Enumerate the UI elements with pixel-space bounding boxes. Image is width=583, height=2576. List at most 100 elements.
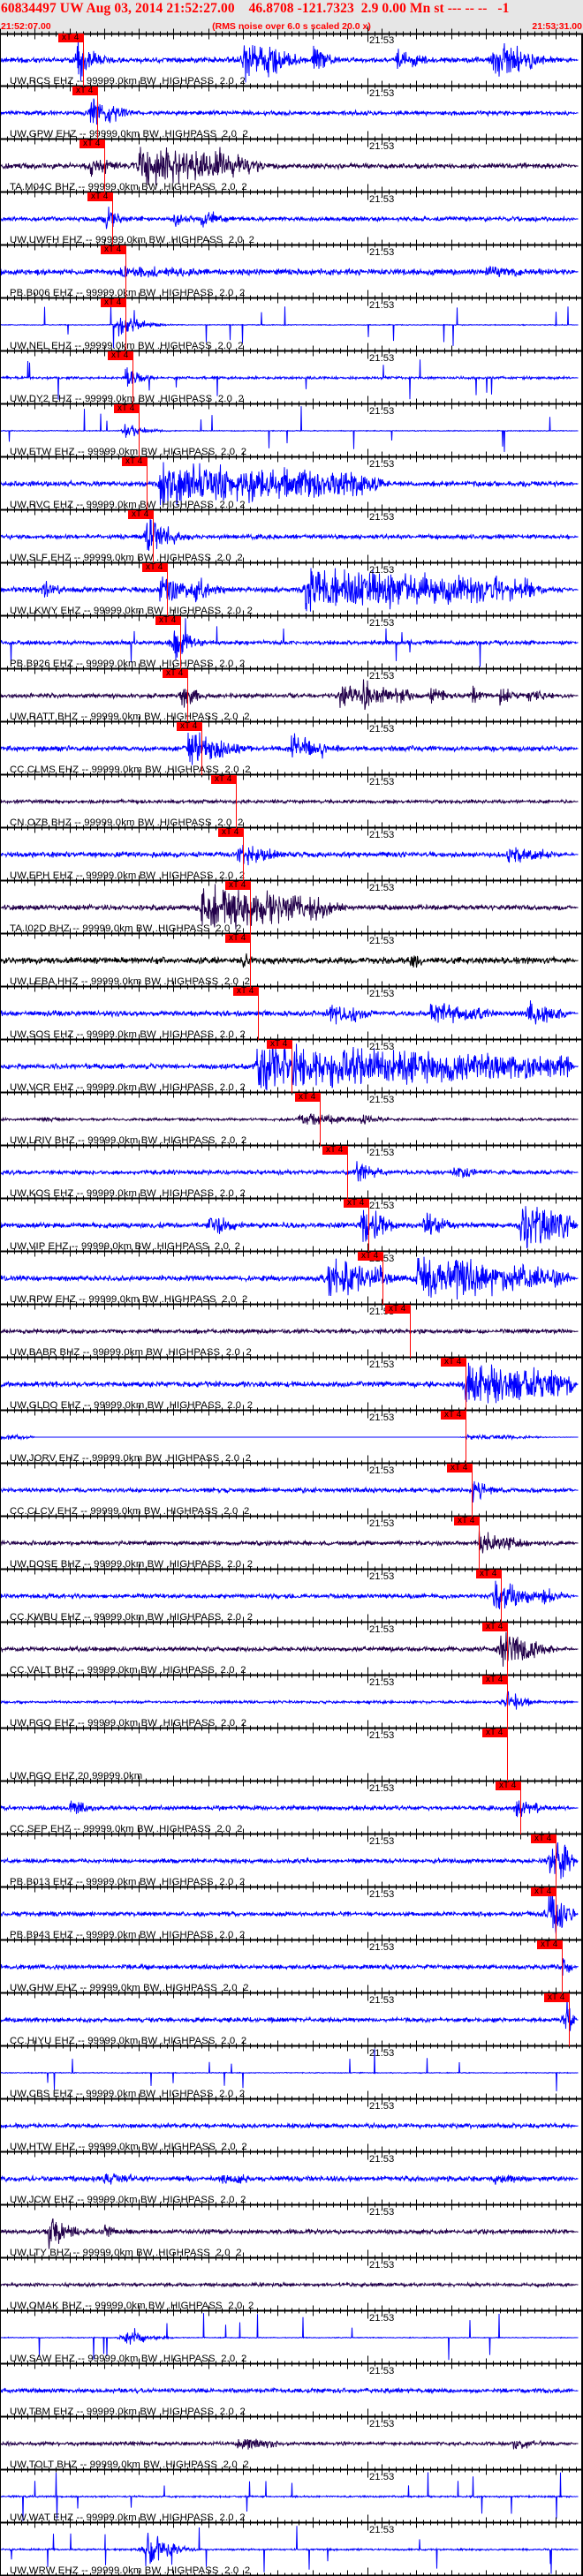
pick-marker-line[interactable] xyxy=(187,669,188,722)
event-header: 60834497 UW Aug 03, 2014 21:52:27.00 46.… xyxy=(0,0,583,34)
seismogram-panel: 21:53 UW.UWFH EHZ -- 99999.0km BW .HIGHPA… xyxy=(0,192,583,253)
pick-marker-line[interactable] xyxy=(147,457,148,510)
pick-marker-label[interactable]: xT 4 xyxy=(211,775,236,784)
pick-marker-line[interactable] xyxy=(347,1146,348,1199)
pick-marker-label[interactable]: xT 4 xyxy=(155,616,180,625)
station-label: UW.LKWY EHZ -- 99999.0km BW .HIGHPASS 2.… xyxy=(10,606,254,616)
minute-label: 21:53 xyxy=(369,2313,395,2324)
station-label: UW.KOS EHZ -- 99999.0km BW .HIGHPASS 2.0… xyxy=(10,1188,246,1199)
seismogram-panel: 21:53 UW.HTW EHZ -- 99999.0km BW .HIGHPAS… xyxy=(0,2099,583,2160)
pick-marker-label[interactable]: xT 4 xyxy=(101,298,125,307)
pick-marker-line[interactable] xyxy=(472,1464,473,1517)
pick-marker-label[interactable]: xT 4 xyxy=(114,404,139,413)
minute-label: 21:53 xyxy=(369,1942,395,1953)
pick-marker-label[interactable]: xT 4 xyxy=(80,139,104,148)
station-label: PB.B943 EHZ -- 99999.0km BW .HIGHPASS 2.… xyxy=(10,1930,246,1940)
pick-marker-label[interactable]: xT 4 xyxy=(441,1358,466,1367)
pick-marker-label[interactable]: xT 4 xyxy=(142,563,167,572)
pick-marker-line[interactable] xyxy=(104,139,105,192)
pick-marker-label[interactable]: xT 4 xyxy=(496,1781,520,1790)
pick-marker-line[interactable] xyxy=(132,351,133,404)
pick-marker-line[interactable] xyxy=(180,616,181,669)
pick-marker-label[interactable]: xT 4 xyxy=(344,1199,368,1208)
pick-marker-line[interactable] xyxy=(112,192,113,245)
station-label: CC.VALT BHZ -- 99999.0km BW .HIGHPASS 2.… xyxy=(10,1665,246,1676)
seismogram-panel: 21:53 UW.SOS EHZ -- 99999.0km BW .HIGHPAS… xyxy=(0,987,583,1048)
seismogram-panel: 21:53 UW.WRW EHZ -- 99999.0km BW .HIGHPAS… xyxy=(0,2523,583,2576)
pick-marker-label[interactable]: xT 4 xyxy=(531,1887,556,1896)
pick-marker-line[interactable] xyxy=(201,722,202,775)
waveform-trace xyxy=(0,2438,579,2450)
pick-marker-label[interactable]: xT 4 xyxy=(225,881,250,890)
seismogram-panel: 21:53 UW.RATT BHZ -- 99999.0km BW .HIGHPA… xyxy=(0,669,583,730)
seismogram-panel: 21:53 UW.SLF EHZ -- 99999.0km BW .HIGHPAS… xyxy=(0,510,583,571)
pick-marker-line[interactable] xyxy=(167,563,168,616)
pick-marker-line[interactable] xyxy=(520,1781,521,1834)
pick-marker-line[interactable] xyxy=(125,245,126,298)
pick-marker-line[interactable] xyxy=(236,775,237,828)
waveform-trace xyxy=(0,1842,579,1879)
minute-label: 21:53 xyxy=(369,1995,395,2006)
pick-marker-line[interactable] xyxy=(320,1093,321,1146)
pick-marker-label[interactable]: xT 4 xyxy=(322,1146,347,1155)
pick-marker-line[interactable] xyxy=(507,1729,508,1781)
pick-marker-label[interactable]: xT 4 xyxy=(72,87,97,95)
station-label: UW.GPW EHZ -- 99999.0km BW .HIGHPASS 2.0… xyxy=(10,129,249,139)
pick-marker-label[interactable]: xT 4 xyxy=(482,1676,507,1684)
pick-marker-label[interactable]: xT 4 xyxy=(476,1570,501,1578)
pick-marker-label[interactable]: xT 4 xyxy=(225,934,250,943)
pick-marker-line[interactable] xyxy=(507,1623,508,1676)
pick-marker-label[interactable]: xT 4 xyxy=(128,510,153,519)
pick-marker-label[interactable]: xT 4 xyxy=(267,1040,292,1049)
pick-marker-line[interactable] xyxy=(507,1676,508,1729)
pick-marker-label[interactable]: xT 4 xyxy=(58,34,83,42)
pick-marker-line[interactable] xyxy=(83,34,84,87)
pick-marker-label[interactable]: xT 4 xyxy=(385,1305,410,1314)
pick-marker-label[interactable]: xT 4 xyxy=(295,1093,320,1102)
pick-marker-label[interactable]: xT 4 xyxy=(482,1623,507,1631)
pick-marker-line[interactable] xyxy=(153,510,154,563)
pick-marker-label[interactable]: xT 4 xyxy=(531,1834,556,1843)
seismogram-panel: 21:53 CN.OZB BHZ -- 99999.0km BW .HIGHPAS… xyxy=(0,775,583,836)
pick-marker-label[interactable]: xT 4 xyxy=(441,1411,466,1420)
pick-marker-label[interactable]: xT 4 xyxy=(537,1940,562,1949)
waveform-trace xyxy=(0,1958,579,1976)
pick-marker-label[interactable]: xT 4 xyxy=(447,1464,472,1473)
pick-marker-label[interactable]: xT 4 xyxy=(454,1517,479,1525)
pick-marker-label[interactable]: xT 4 xyxy=(358,1252,382,1261)
pick-marker-line[interactable] xyxy=(479,1517,480,1570)
station-label: UW.SOS EHZ -- 99999.0km BW .HIGHPASS 2.0… xyxy=(10,1029,246,1040)
waveform-trace xyxy=(0,406,579,452)
pick-marker-label[interactable]: xT 4 xyxy=(122,457,147,466)
seismogram-panel: 21:53 UW.GLDO EHZ -- 99999.0km BW .HIGHPA… xyxy=(0,1358,583,1419)
pick-marker-line[interactable] xyxy=(250,881,251,934)
pick-marker-line[interactable] xyxy=(97,87,98,139)
pick-marker-label[interactable]: xT 4 xyxy=(87,192,112,201)
pick-marker-line[interactable] xyxy=(382,1252,383,1305)
pick-marker-label[interactable]: xT 4 xyxy=(108,351,132,360)
pick-marker-label[interactable]: xT 4 xyxy=(233,987,258,996)
pick-marker-line[interactable] xyxy=(410,1305,411,1358)
pick-marker-line[interactable] xyxy=(250,934,251,987)
pick-marker-line[interactable] xyxy=(125,298,126,351)
pick-marker-line[interactable] xyxy=(139,404,140,457)
station-label: UW.JORV EHZ -- 99999.0km BW .HIGHPASS 2.… xyxy=(10,1453,252,1464)
waveform-trace xyxy=(0,1997,579,2031)
pick-marker-line[interactable] xyxy=(368,1199,369,1252)
pick-marker-label[interactable]: xT 4 xyxy=(482,1729,507,1737)
pick-marker-line[interactable] xyxy=(569,1993,570,2046)
station-label: UW.DOSE BHZ -- 99999.0km BW .HIGHPASS 2.… xyxy=(10,1559,254,1570)
station-label: UW.HTW EHZ -- 99999.0km BW .HIGHPASS 2.0… xyxy=(10,2142,247,2152)
pick-marker-line[interactable] xyxy=(258,987,259,1040)
pick-marker-label[interactable]: xT 4 xyxy=(163,669,187,678)
pick-marker-label[interactable]: xT 4 xyxy=(544,1993,569,2002)
pick-marker-label[interactable]: xT 4 xyxy=(101,245,125,254)
pick-marker-label[interactable]: xT 4 xyxy=(177,722,201,731)
minute-label: 21:53 xyxy=(369,989,395,999)
minute-label: 21:53 xyxy=(369,830,395,840)
pick-marker-line[interactable] xyxy=(501,1570,502,1623)
pick-marker-label[interactable]: xT 4 xyxy=(218,828,243,837)
waveform-trace xyxy=(0,265,579,278)
pick-marker-line[interactable] xyxy=(562,1940,563,1993)
pick-marker-line[interactable] xyxy=(243,828,244,881)
